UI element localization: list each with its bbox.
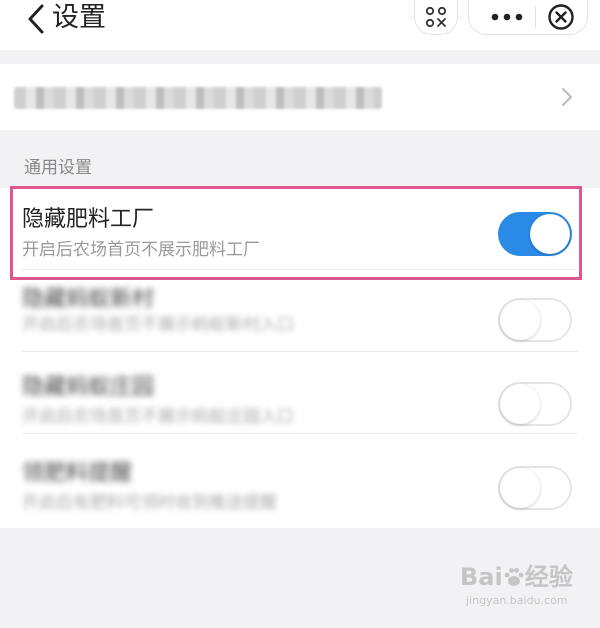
setting-item-fertilizer-reminder: 领肥料提醒 开启后有肥料可领时收到推送提醒 [0,434,600,516]
blurred-account-info [14,87,382,109]
capsule-menu [468,0,588,35]
toggle-switch[interactable] [498,466,572,510]
setting-description: 开启后农场首页不展示蚂蚁庄园入口 [22,407,294,427]
account-row[interactable] [0,64,600,130]
scan-icon [425,6,447,28]
toggle-knob [500,468,540,508]
setting-description: 开启后农场首页不展示蚂蚁新村入口 [22,315,294,335]
back-button[interactable] [22,2,52,36]
chevron-right-icon [562,88,572,106]
watermark-url: jingyan.baidu.com [466,594,568,607]
toggle-knob [500,300,540,340]
setting-description: 开启后农场首页不展示肥料工厂 [22,240,260,260]
setting-item-hide-ant-manor: 隐藏蚂蚁庄园 开启后农场首页不展示蚂蚁庄园入口 [0,352,600,434]
chevron-left-icon [28,4,44,34]
page-title: 设置 [52,2,106,33]
setting-description: 开启后有肥料可领时收到推送提醒 [22,493,277,513]
toggle-switch[interactable] [498,382,572,426]
toggle-knob [500,384,540,424]
watermark-logo: Bai 经验 [460,562,573,592]
scan-button[interactable] [414,0,458,35]
setting-title: 隐藏肥料工厂 [22,207,155,232]
watermark-brand: Bai [460,563,503,591]
more-button[interactable] [481,0,533,34]
setting-title: 隐藏蚂蚁庄园 [22,375,155,400]
toggle-switch[interactable] [498,212,572,256]
watermark-suffix: 经验 [524,563,573,591]
more-icon [491,13,523,21]
toggle-knob [530,214,570,254]
baidu-watermark: Bai 经验 jingyan.baidu.com [460,562,580,612]
toggle-switch[interactable] [498,298,572,342]
close-circle-icon [548,4,574,30]
settings-list: 隐藏肥料工厂 开启后农场首页不展示肥料工厂 隐藏蚂蚁新村 开启后农场首页不展示蚂… [0,188,600,528]
setting-title: 领肥料提醒 [22,461,133,486]
paw-icon [504,568,524,586]
nav-bar: 设置 [0,0,600,50]
close-button[interactable] [539,0,583,34]
setting-title: 隐藏蚂蚁新村 [22,287,155,312]
setting-item-hide-fertilizer-factory: 隐藏肥料工厂 开启后农场首页不展示肥料工厂 [0,188,600,270]
setting-item-hide-ant-village: 隐藏蚂蚁新村 开启后农场首页不展示蚂蚁新村入口 [0,270,600,352]
section-label: 通用设置 [24,158,92,178]
capsule-divider [535,6,536,28]
